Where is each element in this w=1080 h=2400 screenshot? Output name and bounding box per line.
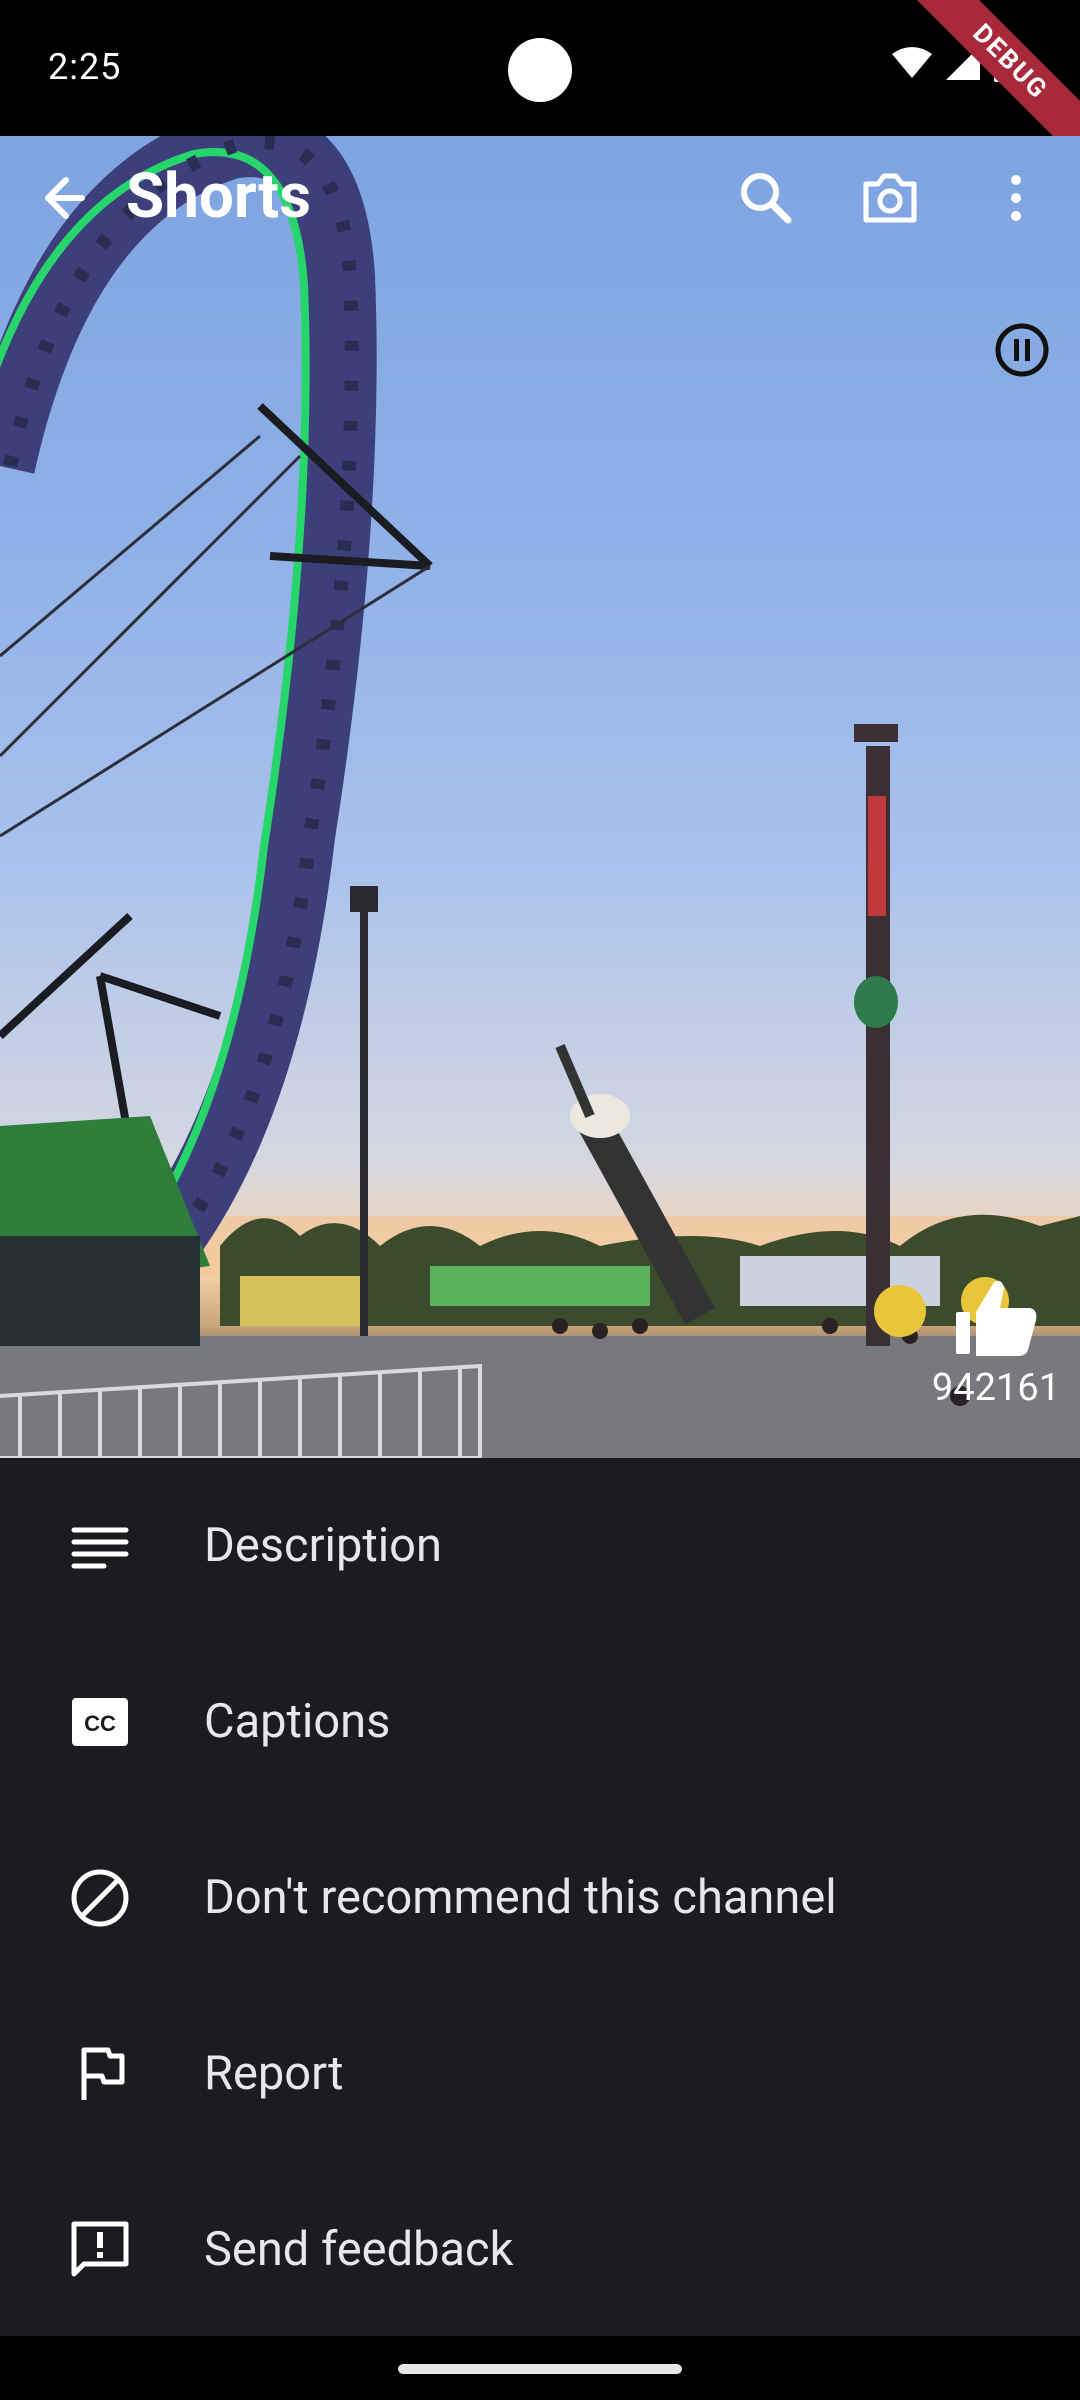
menu-label-dont-recommend: Don't recommend this channel [204, 1870, 837, 1925]
menu-item-captions[interactable]: CC Captions [0, 1634, 1080, 1810]
status-time: 2:25 [48, 46, 122, 88]
block-icon [71, 1869, 129, 1927]
home-indicator[interactable] [398, 2364, 682, 2374]
menu-item-report[interactable]: Report [0, 1986, 1080, 2162]
menu-label-captions: Captions [204, 1694, 391, 1749]
menu-label-description: Description [204, 1518, 442, 1573]
description-icon [71, 1527, 129, 1569]
video-frame [0, 136, 1080, 1458]
like-thumb-up-icon[interactable] [952, 1272, 1040, 1360]
feedback-icon [71, 2221, 129, 2277]
flag-icon [81, 2047, 125, 2100]
options-bottom-sheet: Description CC Captions Don't recommend … [0, 1458, 1080, 2336]
svg-text:CC: CC [84, 1711, 116, 1736]
pause-icon[interactable] [994, 322, 1050, 378]
front-camera-cutout [508, 38, 572, 102]
more-vert-icon[interactable] [984, 166, 1048, 230]
wifi-icon [892, 47, 932, 78]
camera-icon[interactable] [858, 166, 922, 230]
menu-item-dont-recommend[interactable]: Don't recommend this channel [0, 1810, 1080, 1986]
status-bar: 2:25 DEBUG [0, 0, 1080, 177]
page-title: Shorts [126, 160, 311, 233]
menu-label-send-feedback: Send feedback [204, 2222, 514, 2277]
captions-icon: CC [72, 1698, 128, 1746]
like-count: 942161 [931, 1366, 1061, 1410]
search-icon[interactable] [734, 166, 798, 230]
menu-item-send-feedback[interactable]: Send feedback [0, 2162, 1080, 2338]
menu-label-report: Report [204, 2046, 344, 2101]
back-button[interactable] [30, 166, 94, 230]
menu-item-description[interactable]: Description [0, 1458, 1080, 1634]
short-video[interactable] [0, 136, 1080, 1458]
